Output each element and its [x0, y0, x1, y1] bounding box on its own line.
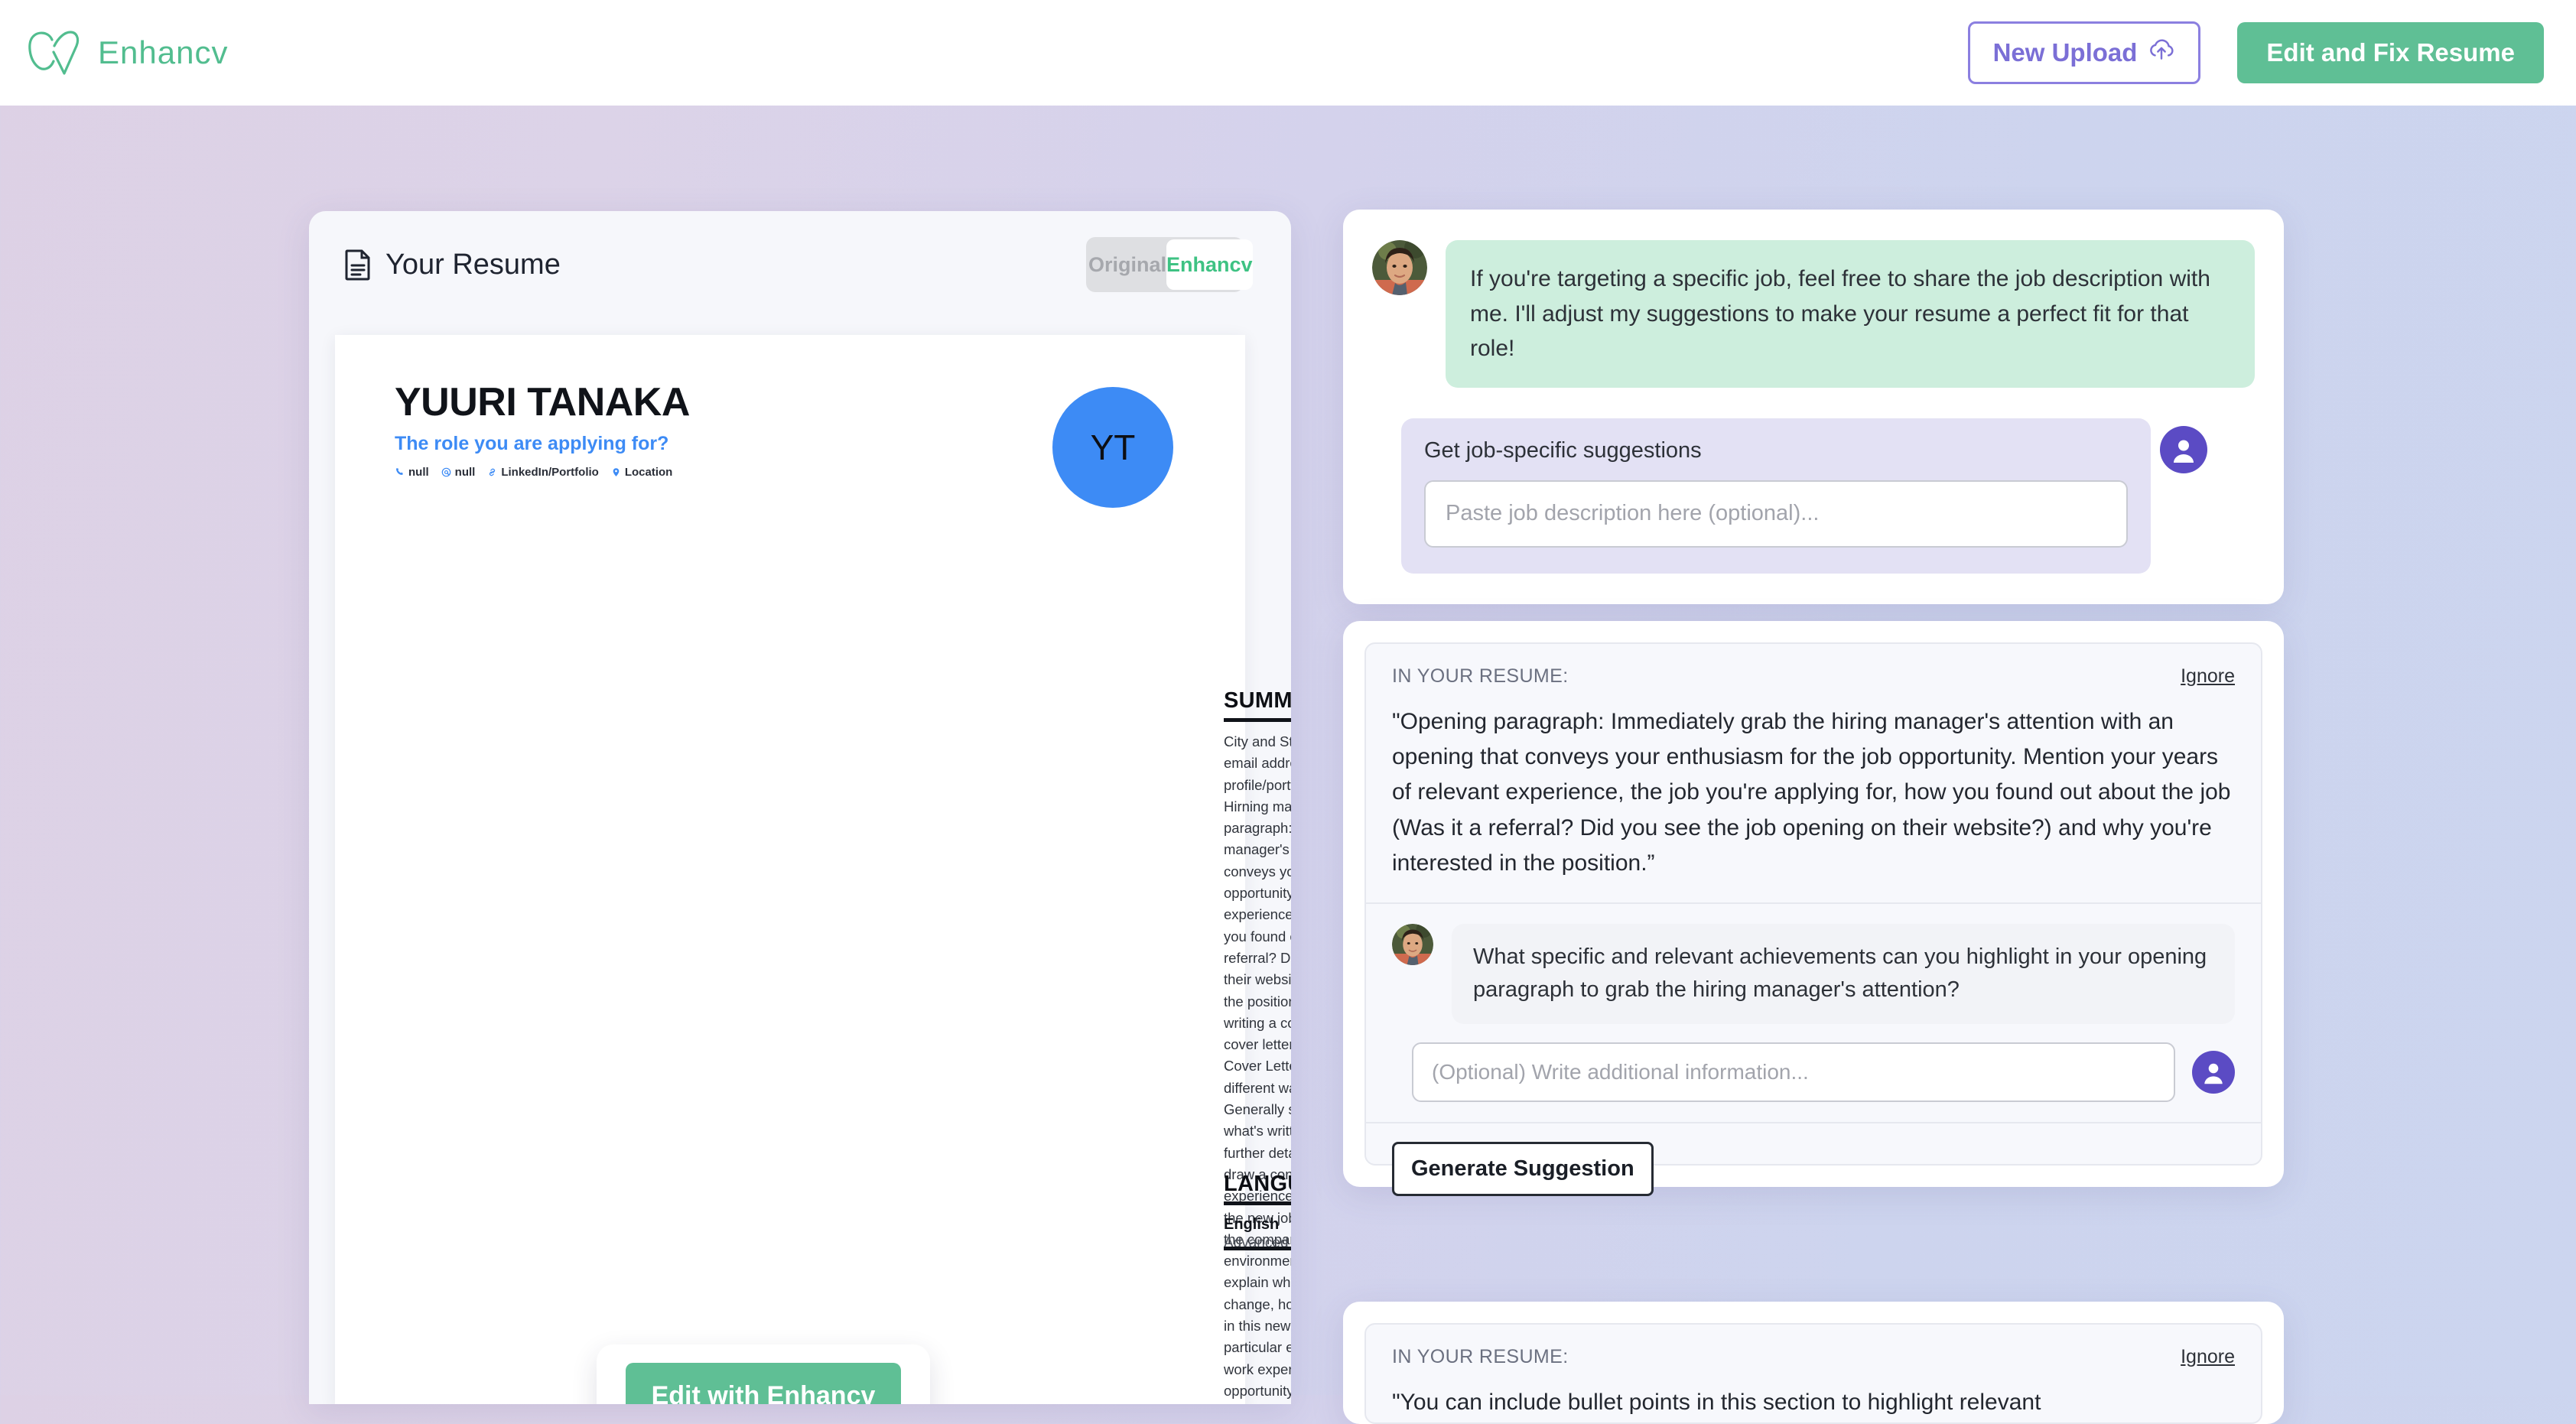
job-suggestions-label: Get job-specific suggestions [1424, 437, 1702, 463]
toggle-original[interactable]: Original [1088, 239, 1166, 290]
contact-phone-text: null [408, 466, 429, 479]
resume-panel: Your Resume Original Enhancv YUURI TANAK… [309, 211, 1291, 1404]
resume-contact-row: null null LinkedIn/Portfolio Location [395, 466, 690, 479]
contact-location: Location [611, 466, 673, 479]
location-pin-icon [611, 467, 621, 477]
toggle-enhancv[interactable]: Enhancv [1166, 239, 1253, 290]
generate-suggestion-button[interactable]: Generate Suggestion [1392, 1141, 1654, 1196]
suggestion-question-row: What specific and relevant achievements … [1366, 904, 2261, 1024]
summary-rule [1224, 718, 1291, 722]
ignore-button[interactable]: Ignore [2181, 665, 2235, 688]
header-actions: New Upload Edit and Fix Resume [1967, 21, 2544, 84]
resume-document: YUURI TANAKA The role you are applying f… [335, 335, 1291, 1404]
edit-with-enhancv-card: Edit with Enhancv [597, 1344, 930, 1404]
in-your-resume-label: IN YOUR RESUME: [1392, 1346, 1569, 1367]
resume-next-section-rule [1224, 1247, 1291, 1250]
resume-avatar-initials: YT [1052, 387, 1173, 508]
assistant-greeting-bubble: If you're targeting a specific job, feel… [1446, 240, 2255, 388]
job-description-input[interactable] [1424, 480, 2128, 548]
assistant-chat-card: If you're targeting a specific job, feel… [1343, 210, 2284, 604]
language-name: English [1224, 1216, 1280, 1233]
link-icon [487, 467, 497, 477]
edit-and-fix-resume-button[interactable]: Edit and Fix Resume [2237, 22, 2544, 83]
suggestion-header: IN YOUR RESUME: Ignore [1366, 1325, 2261, 1368]
summary-text: City and State Your phone number Your em… [1224, 733, 1291, 1399]
enhancv-cv-logo-icon [26, 29, 84, 76]
ignore-button[interactable]: Ignore [2181, 1346, 2235, 1368]
suggestion-quote: "You can include bullet points in this s… [1392, 1390, 2041, 1415]
brand-name: Enhancv [98, 34, 229, 70]
languages-heading: LANGUAGES [1224, 1172, 1291, 1196]
suggestion-card: IN YOUR RESUME: Ignore "Opening paragrap… [1343, 621, 2284, 1196]
suggestion-quote: "Opening paragraph: Immediately grab the… [1392, 709, 2231, 876]
assistant-avatar-photo [1392, 923, 1433, 965]
cloud-upload-icon [2148, 37, 2175, 68]
contact-link: LinkedIn/Portfolio [487, 466, 599, 479]
suggestion-card: IN YOUR RESUME: Ignore "You can include … [1343, 1302, 2284, 1424]
brand: Enhancv [26, 29, 228, 76]
contact-phone: null [395, 466, 429, 479]
resume-version-toggle[interactable]: Original Enhancv [1086, 237, 1253, 292]
suggestion-question-bubble: What specific and relevant achievements … [1452, 923, 2235, 1024]
in-your-resume-label: IN YOUR RESUME: [1392, 665, 1569, 687]
new-upload-label: New Upload [1992, 38, 2138, 67]
generate-row: Generate Suggestion [1366, 1123, 2261, 1196]
user-avatar-icon [2192, 1050, 2235, 1094]
resume-summary-section: SUMMARY City and State Your phone number… [1224, 688, 1291, 1404]
additional-information-input[interactable] [1412, 1042, 2175, 1102]
contact-email: null [441, 466, 476, 479]
suggestion-answer-row [1366, 1024, 2261, 1122]
contact-location-text: Location [624, 466, 673, 479]
resume-role: The role you are applying for? [395, 433, 669, 454]
user-avatar-icon [2160, 425, 2207, 473]
assistant-avatar-photo [1372, 240, 1427, 295]
assistant-greeting-row: If you're targeting a specific job, feel… [1372, 240, 2255, 388]
summary-heading: SUMMARY [1224, 688, 1291, 713]
resume-panel-header: Your Resume Original Enhancv [309, 211, 1291, 318]
contact-email-text: null [454, 466, 476, 479]
phone-icon [395, 467, 405, 477]
email-icon [441, 467, 451, 477]
page-title: Your Resume [385, 248, 561, 281]
document-icon [344, 249, 372, 281]
new-upload-button[interactable]: New Upload [1967, 21, 2201, 84]
resume-header-block: YUURI TANAKA The role you are applying f… [395, 379, 1195, 508]
contact-link-text: LinkedIn/Portfolio [501, 466, 599, 479]
languages-rule [1224, 1201, 1291, 1205]
resume-name: YUURI TANAKA [395, 380, 690, 424]
resume-panel-title: Your Resume [344, 249, 561, 281]
edit-with-enhancv-button[interactable]: Edit with Enhancv [625, 1363, 902, 1404]
app-header: Enhancv New Upload Edit and Fix Resume [0, 0, 2576, 106]
resume-languages-section: LANGUAGES English Advanced [1224, 1172, 1291, 1252]
suggestion-header: IN YOUR RESUME: Ignore [1366, 644, 2261, 688]
job-suggestions-box: Get job-specific suggestions [1401, 418, 2207, 574]
